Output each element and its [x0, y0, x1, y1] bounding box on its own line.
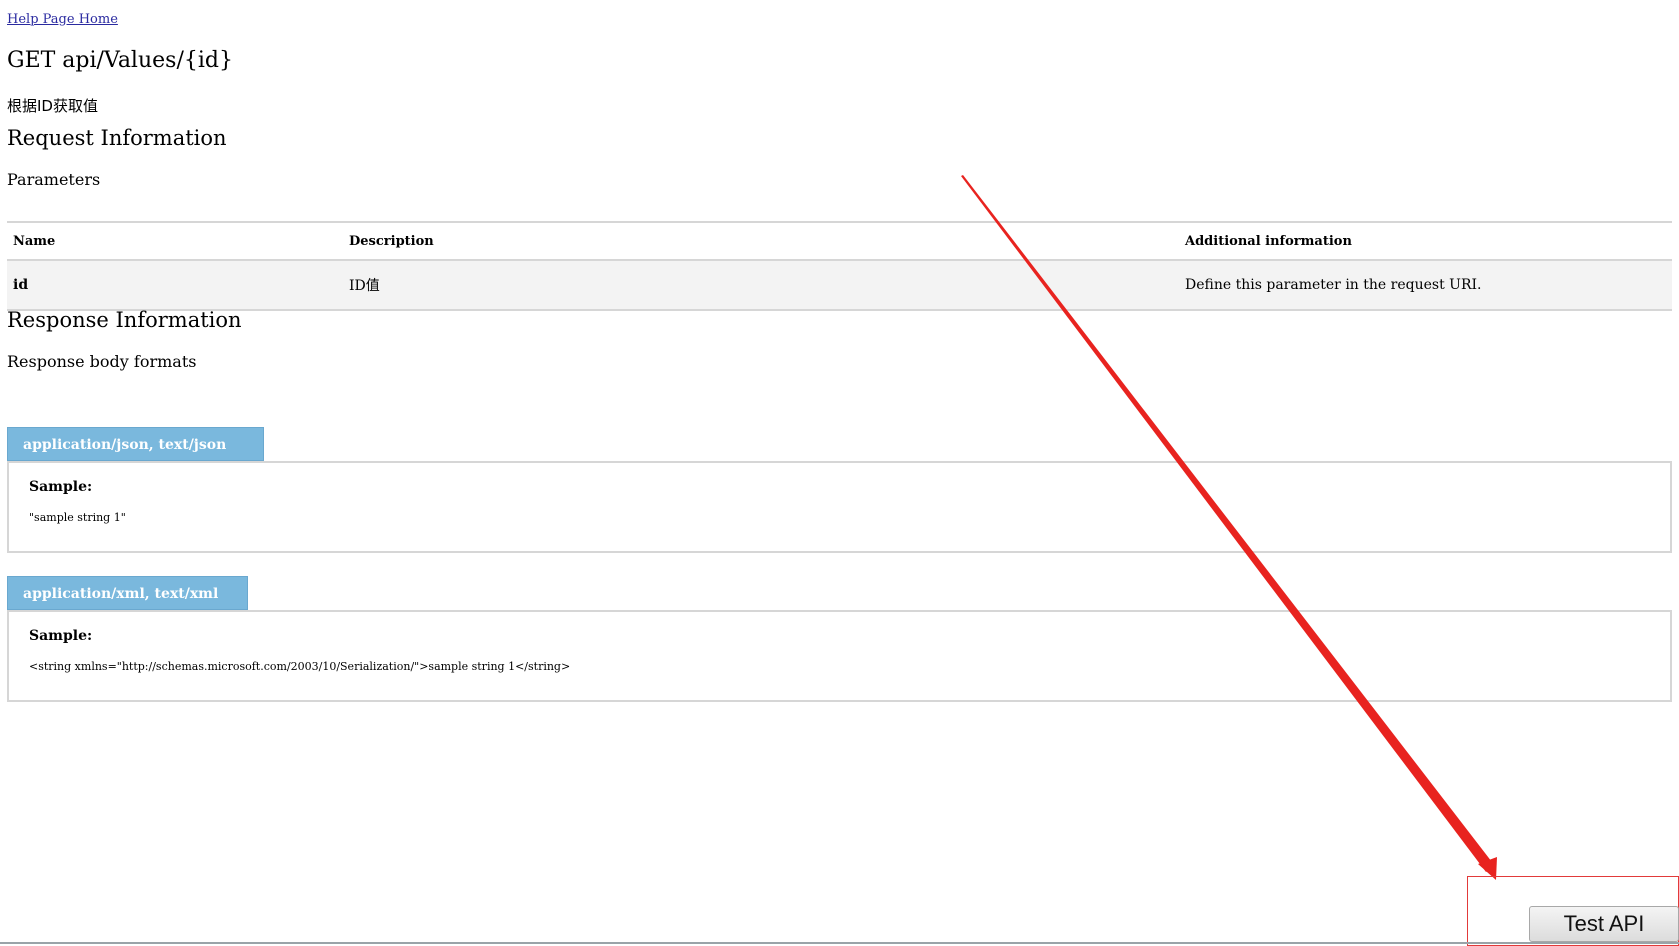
param-description-cell: ID值	[343, 260, 1179, 311]
request-information-heading: Request Information	[7, 126, 227, 150]
test-api-button[interactable]: Test API	[1529, 906, 1679, 942]
parameters-heading: Parameters	[7, 170, 101, 189]
sample-label: Sample:	[29, 628, 93, 644]
column-header-name: Name	[7, 221, 343, 261]
format-tab-json[interactable]: application/json, text/json	[7, 427, 264, 461]
format-tab-xml[interactable]: application/xml, text/xml	[7, 576, 248, 610]
column-header-description: Description	[343, 221, 1179, 261]
sample-label: Sample:	[29, 479, 93, 495]
page-title: GET api/Values/{id}	[7, 48, 233, 73]
response-information-heading: Response Information	[7, 308, 242, 332]
param-additional-cell: Define this parameter in the request URI…	[1179, 260, 1672, 311]
json-sample-panel: Sample: "sample string 1"	[7, 461, 1672, 553]
bottom-divider	[0, 942, 1679, 944]
help-page-home-link[interactable]: Help Page Home	[7, 12, 118, 27]
xml-sample-code: <string xmlns="http://schemas.microsoft.…	[29, 660, 571, 673]
xml-sample-panel: Sample: <string xmlns="http://schemas.mi…	[7, 610, 1672, 702]
response-formats-heading: Response body formats	[7, 352, 197, 371]
column-header-additional-information: Additional information	[1179, 221, 1672, 261]
table-header-row: Name Description Additional information	[7, 221, 1672, 261]
table-row: id ID值 Define this parameter in the requ…	[7, 260, 1672, 311]
parameters-table: Name Description Additional information …	[7, 221, 1672, 311]
param-name-cell: id	[7, 260, 343, 311]
json-sample-code: "sample string 1"	[29, 511, 126, 524]
endpoint-description: 根据ID获取值	[7, 97, 98, 115]
